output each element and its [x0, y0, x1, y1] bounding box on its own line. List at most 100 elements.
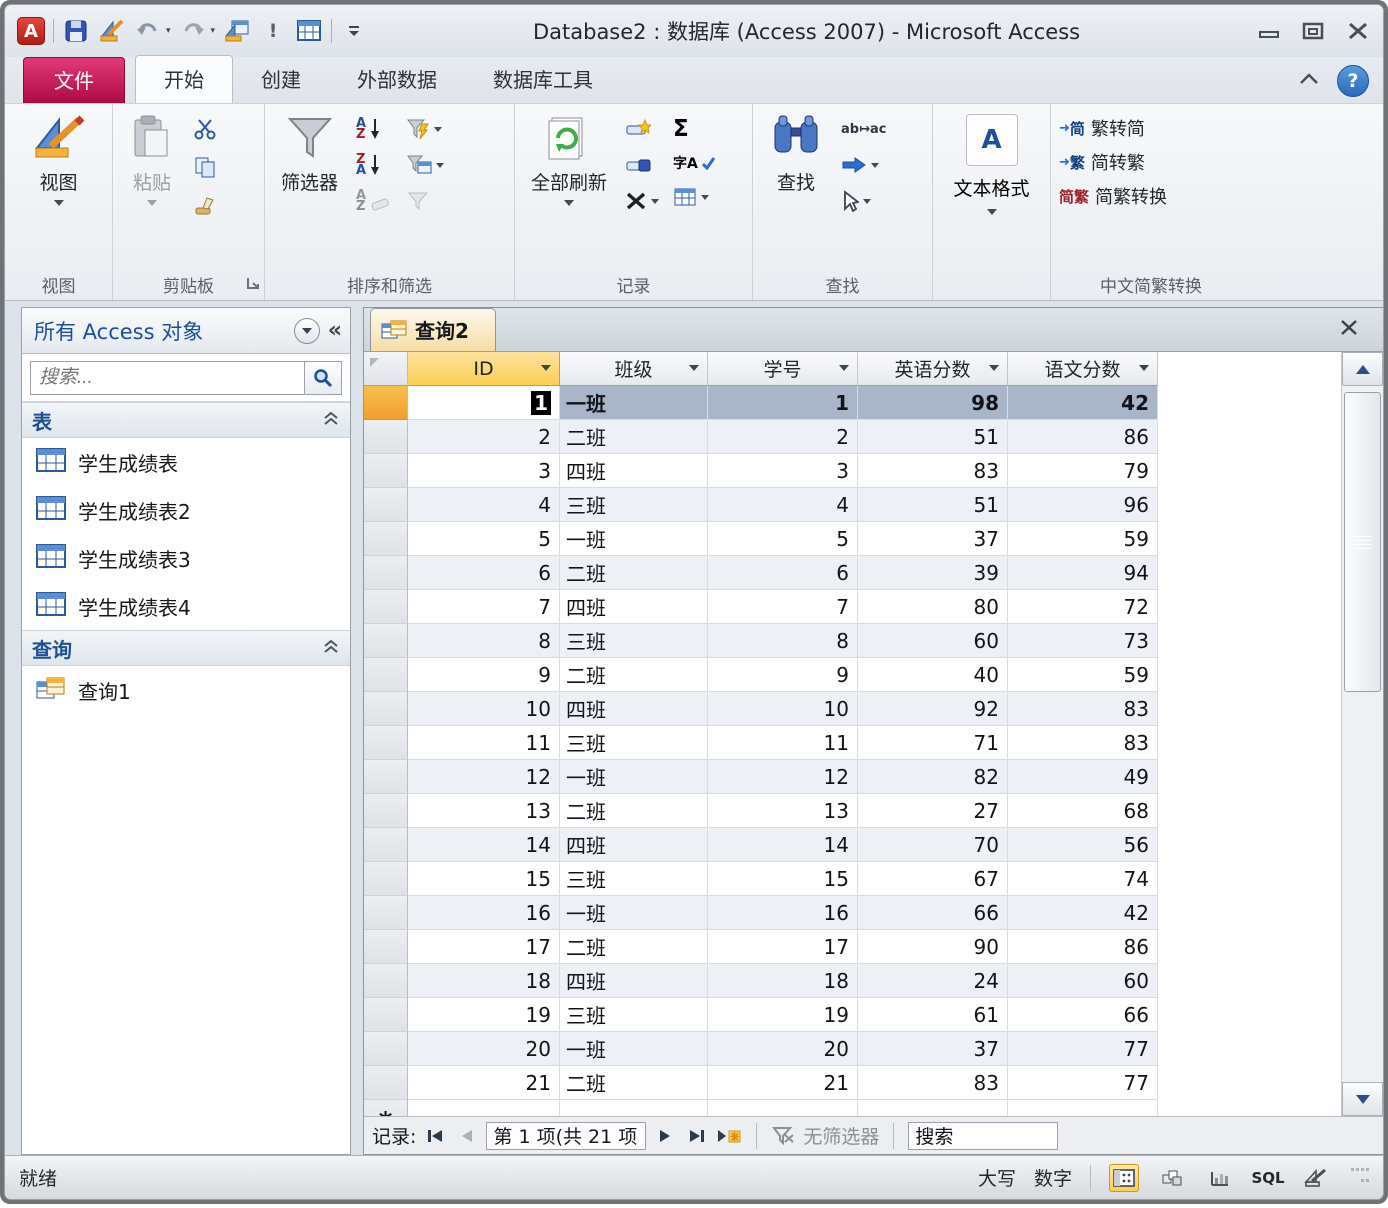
cell[interactable]: 72 [1008, 590, 1158, 624]
sql-view-button[interactable]: SQL [1253, 1164, 1283, 1192]
scroll-up-icon[interactable] [1342, 352, 1383, 386]
tab-home[interactable]: 开始 [135, 55, 233, 103]
section-collapse-icon[interactable] [322, 636, 340, 660]
cell[interactable]: 18 [408, 964, 560, 998]
row-selector[interactable] [364, 1066, 408, 1100]
row-selector[interactable] [364, 420, 408, 454]
cell[interactable]: 16 [708, 896, 858, 930]
cell[interactable]: 70 [858, 828, 1008, 862]
search-icon[interactable] [304, 361, 342, 395]
row-selector[interactable] [364, 862, 408, 896]
advanced-selection-button[interactable] [402, 114, 448, 144]
cell[interactable]: 17 [408, 930, 560, 964]
collapse-ribbon-icon[interactable] [1297, 71, 1321, 91]
cell[interactable]: 三班 [560, 998, 708, 1032]
cell[interactable]: 3 [708, 454, 858, 488]
minimize-button[interactable] [1255, 20, 1285, 42]
cell[interactable]: 二班 [560, 1066, 708, 1100]
cell[interactable]: 14 [708, 828, 858, 862]
column-header-2[interactable]: 学号 [708, 352, 858, 386]
column-header-0[interactable]: ID [408, 352, 560, 386]
column-header-3[interactable]: 英语分数 [858, 352, 1008, 386]
cell[interactable]: 13 [708, 794, 858, 828]
column-header-4[interactable]: 语文分数 [1008, 352, 1158, 386]
exclamation-icon[interactable]: ! [259, 17, 287, 45]
cell[interactable]: 1 [708, 386, 858, 420]
cell[interactable]: 6 [708, 556, 858, 590]
no-filter-button[interactable]: 无筛选器 [771, 1122, 879, 1149]
navigation-pane-menu-icon[interactable] [294, 318, 320, 344]
more-records-button[interactable] [669, 182, 719, 212]
tab-database-tools[interactable]: 数据库工具 [465, 56, 621, 103]
simplified-to-traditional-button[interactable]: ➜繁 简转繁 [1059, 146, 1243, 178]
cell[interactable]: 98 [858, 386, 1008, 420]
cell[interactable]: 56 [1008, 828, 1158, 862]
row-selector[interactable] [364, 760, 408, 794]
cell[interactable]: 15 [708, 862, 858, 896]
traditional-to-simplified-button[interactable]: ➜简 繁转简 [1059, 112, 1243, 144]
row-selector[interactable] [364, 1032, 408, 1066]
scrollbar-track[interactable] [1342, 386, 1383, 1082]
help-button[interactable]: ? [1337, 65, 1369, 97]
column-filter-dropdown-icon[interactable] [1139, 365, 1149, 371]
cell[interactable] [560, 1100, 708, 1116]
cell[interactable]: 51 [858, 420, 1008, 454]
nav-section-header-1[interactable]: 查询 [22, 630, 350, 666]
column-filter-dropdown-icon[interactable] [541, 365, 551, 371]
cell[interactable]: 三班 [560, 726, 708, 760]
cell[interactable]: 96 [1008, 488, 1158, 522]
cell[interactable]: 59 [1008, 658, 1158, 692]
cell[interactable]: 83 [858, 1066, 1008, 1100]
row-selector[interactable] [364, 590, 408, 624]
tab-create[interactable]: 创建 [233, 56, 329, 103]
cell[interactable]: 19 [708, 998, 858, 1032]
cell[interactable]: 24 [858, 964, 1008, 998]
text-format-dropdown-icon[interactable] [987, 209, 997, 215]
cell[interactable]: 92 [858, 692, 1008, 726]
cell[interactable]: 90 [858, 930, 1008, 964]
toggle-filter-button[interactable] [402, 186, 448, 216]
design-view-icon[interactable] [98, 17, 126, 45]
last-record-icon[interactable] [684, 1123, 710, 1149]
row-selector[interactable] [364, 624, 408, 658]
view-dropdown-icon[interactable] [54, 200, 64, 206]
cell[interactable]: 42 [1008, 896, 1158, 930]
cell[interactable]: 2 [708, 420, 858, 454]
cell[interactable]: 40 [858, 658, 1008, 692]
cell[interactable]: 79 [1008, 454, 1158, 488]
column-filter-dropdown-icon[interactable] [989, 365, 999, 371]
cell[interactable]: 80 [858, 590, 1008, 624]
nav-item-学生成绩表[interactable]: 学生成绩表 [22, 438, 350, 486]
cell[interactable]: 四班 [560, 590, 708, 624]
access-app-icon[interactable]: A [17, 17, 45, 45]
refresh-all-button[interactable]: 全部刷新 [523, 110, 615, 270]
cell[interactable]: 94 [1008, 556, 1158, 590]
close-document-icon[interactable] [1339, 319, 1373, 351]
filter-button[interactable]: 筛选器 [273, 110, 346, 270]
cell[interactable]: 8 [708, 624, 858, 658]
advanced-filter-button[interactable] [402, 150, 448, 180]
column-header-1[interactable]: 班级 [560, 352, 708, 386]
cell[interactable]: 71 [858, 726, 1008, 760]
first-record-icon[interactable] [422, 1123, 448, 1149]
cell[interactable]: 9 [708, 658, 858, 692]
current-record-box[interactable]: 第 1 项(共 21 项 [486, 1122, 646, 1150]
cell[interactable]: 27 [858, 794, 1008, 828]
cell[interactable]: 19 [408, 998, 560, 1032]
qat-customize-dropdown-icon[interactable] [340, 17, 368, 45]
cell[interactable]: 一班 [560, 760, 708, 794]
save-icon[interactable] [62, 17, 90, 45]
view-button[interactable]: 视图 [25, 110, 93, 270]
cell[interactable]: 66 [858, 896, 1008, 930]
column-filter-dropdown-icon[interactable] [839, 365, 849, 371]
row-selector[interactable] [364, 556, 408, 590]
cell[interactable]: 86 [1008, 420, 1158, 454]
next-record-icon[interactable] [652, 1123, 678, 1149]
cell[interactable]: 二班 [560, 420, 708, 454]
select-all-corner[interactable] [364, 352, 408, 386]
pivotchart-view-button[interactable] [1205, 1164, 1235, 1192]
navigation-search-input[interactable] [30, 361, 304, 395]
cell[interactable]: 3 [408, 454, 560, 488]
cell[interactable]: 73 [1008, 624, 1158, 658]
cell[interactable]: 12 [708, 760, 858, 794]
